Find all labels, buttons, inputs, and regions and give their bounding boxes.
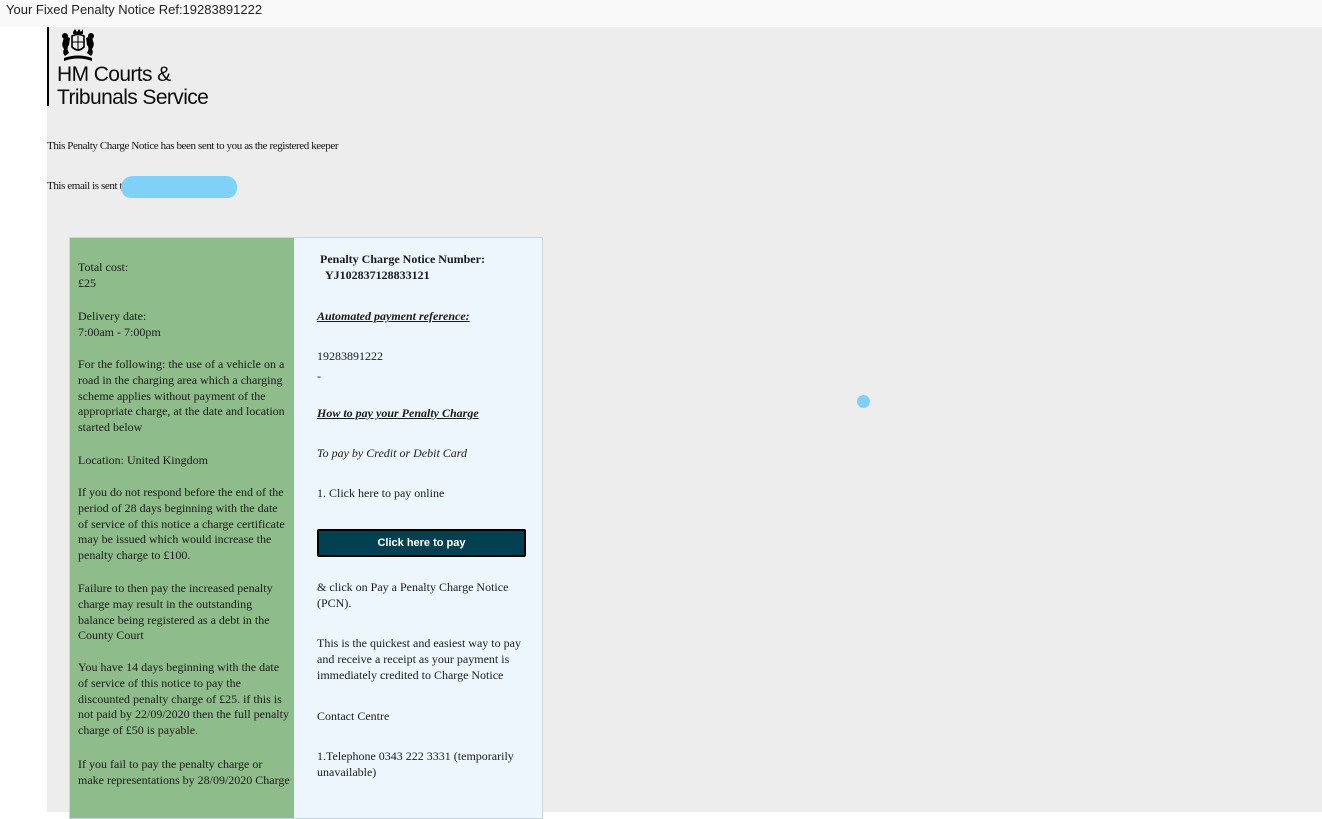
pcn-number: YJ102837128833121 <box>325 268 430 282</box>
window-title: Your Fixed Penalty Notice Ref:1928389122… <box>6 2 263 17</box>
payment-column: Penalty Charge Notice Number: YJ10283712… <box>294 238 542 818</box>
how-to-pay-heading: How to pay your Penalty Charge <box>317 406 479 420</box>
contact-centre-label: Contact Centre <box>317 709 390 723</box>
card-payment-label: To pay by Credit or Debit Card <box>317 446 468 460</box>
automated-reference-value: 19283891222 <box>317 349 383 363</box>
delivery-date-label: Delivery date: <box>78 309 147 323</box>
window-title-bar: Your Fixed Penalty Notice Ref:1928389122… <box>0 0 1322 27</box>
charge-certificate-warning: If you do not respond before the end of … <box>78 485 285 563</box>
recipient-note: This email is sent t <box>47 180 123 192</box>
cursor-indicator <box>857 395 870 408</box>
pcn-label: Penalty Charge Notice Number: <box>320 252 485 266</box>
registered-keeper-note: This Penalty Charge Notice has been sent… <box>47 140 339 152</box>
telephone-number: 1.Telephone 0343 222 3331 (temporarily u… <box>317 749 514 779</box>
email-body: HM Courts & Tribunals Service This Penal… <box>47 27 1322 819</box>
pay-pcn-instruction: & click on Pay a Penalty Charge Notice (… <box>317 580 509 610</box>
brand-name-line-2: Tribunals Service <box>57 86 209 109</box>
quickest-way-note: This is the quickest and easiest way to … <box>317 636 521 682</box>
total-cost-label: Total cost: <box>78 260 129 274</box>
royal-coat-of-arms-icon <box>62 29 94 61</box>
notice-details-column: Total cost: £25 Delivery date: 7:00am - … <box>70 238 294 818</box>
representations-notice: If you fail to pay the penalty charge or… <box>78 757 290 787</box>
total-cost-value: £25 <box>78 276 96 290</box>
automated-reference-heading: Automated payment reference: <box>317 309 470 323</box>
delivery-date-value: 7:00am - 7:00pm <box>78 325 161 339</box>
pay-online-step: 1. Click here to pay online <box>317 486 445 500</box>
hmcts-logo: HM Courts & Tribunals Service <box>47 27 209 109</box>
redaction-mark <box>121 176 237 198</box>
reference-dash: - <box>317 369 321 383</box>
brand-name-line-1: HM Courts & <box>57 63 171 86</box>
penalty-notice-table: Total cost: £25 Delivery date: 7:00am - … <box>69 237 543 819</box>
county-court-warning: Failure to then pay the increased penalt… <box>78 581 273 643</box>
click-here-to-pay-button[interactable]: Click here to pay <box>317 529 526 557</box>
offence-description: For the following: the use of a vehicle … <box>78 357 285 435</box>
location: Location: United Kingdom <box>78 453 208 467</box>
discount-notice: You have 14 days beginning with the date… <box>78 660 289 738</box>
